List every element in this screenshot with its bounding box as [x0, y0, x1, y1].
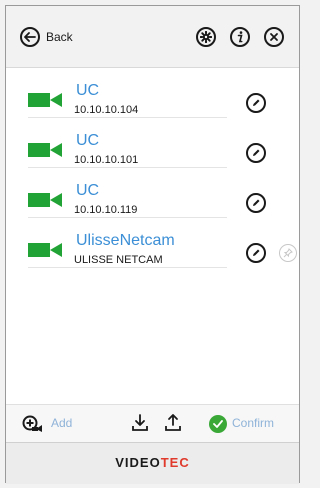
close-icon[interactable]	[264, 27, 284, 47]
pin-icon[interactable]	[279, 244, 297, 262]
info-icon[interactable]	[230, 27, 250, 47]
checkmark-icon[interactable]	[209, 415, 227, 433]
video-camera-icon	[28, 243, 62, 257]
bottom-toolbar: Add Confirm	[6, 404, 299, 442]
device-name[interactable]: UlisseNetcam	[76, 232, 175, 250]
logo-part-1: VIDEO	[115, 455, 161, 470]
device-name[interactable]: UC	[76, 132, 99, 150]
upload-icon[interactable]	[164, 413, 182, 433]
back-button[interactable]: Back	[46, 30, 73, 44]
device-address: 10.10.10.104	[74, 104, 139, 116]
row-divider	[28, 267, 227, 268]
add-plus-icon[interactable]	[22, 415, 46, 433]
device-row[interactable]: UlisseNetcam ULISSE NETCAM	[6, 218, 299, 268]
edit-pencil-icon[interactable]	[246, 243, 266, 263]
confirm-button[interactable]: Confirm	[232, 416, 274, 430]
device-name[interactable]: UC	[76, 182, 99, 200]
device-row[interactable]: UC 10.10.10.101	[6, 118, 299, 168]
footer: VIDEOTEC	[6, 442, 299, 484]
header-bar: Back	[6, 6, 299, 68]
video-camera-icon	[28, 143, 62, 157]
settings-gear-icon[interactable]	[196, 27, 216, 47]
device-row[interactable]: UC 10.10.10.104	[6, 68, 299, 118]
edit-pencil-icon[interactable]	[246, 93, 266, 113]
device-address: 10.10.10.119	[74, 204, 138, 216]
device-address: 10.10.10.101	[74, 154, 139, 166]
video-camera-icon	[28, 193, 62, 207]
edit-pencil-icon[interactable]	[246, 193, 266, 213]
logo-part-2: TEC	[160, 455, 190, 470]
device-row[interactable]: UC 10.10.10.119	[6, 168, 299, 218]
download-icon[interactable]	[131, 413, 149, 433]
device-address: ULISSE NETCAM	[74, 254, 163, 266]
device-name[interactable]: UC	[76, 82, 99, 100]
video-camera-icon	[28, 93, 62, 107]
edit-pencil-icon[interactable]	[246, 143, 266, 163]
main-window: Back UC 10.10.10.104 UC 10.10.10.101 UC …	[5, 5, 300, 484]
add-button[interactable]: Add	[51, 416, 72, 430]
videotec-logo: VIDEOTEC	[6, 455, 299, 470]
back-arrow-icon[interactable]	[20, 27, 40, 47]
